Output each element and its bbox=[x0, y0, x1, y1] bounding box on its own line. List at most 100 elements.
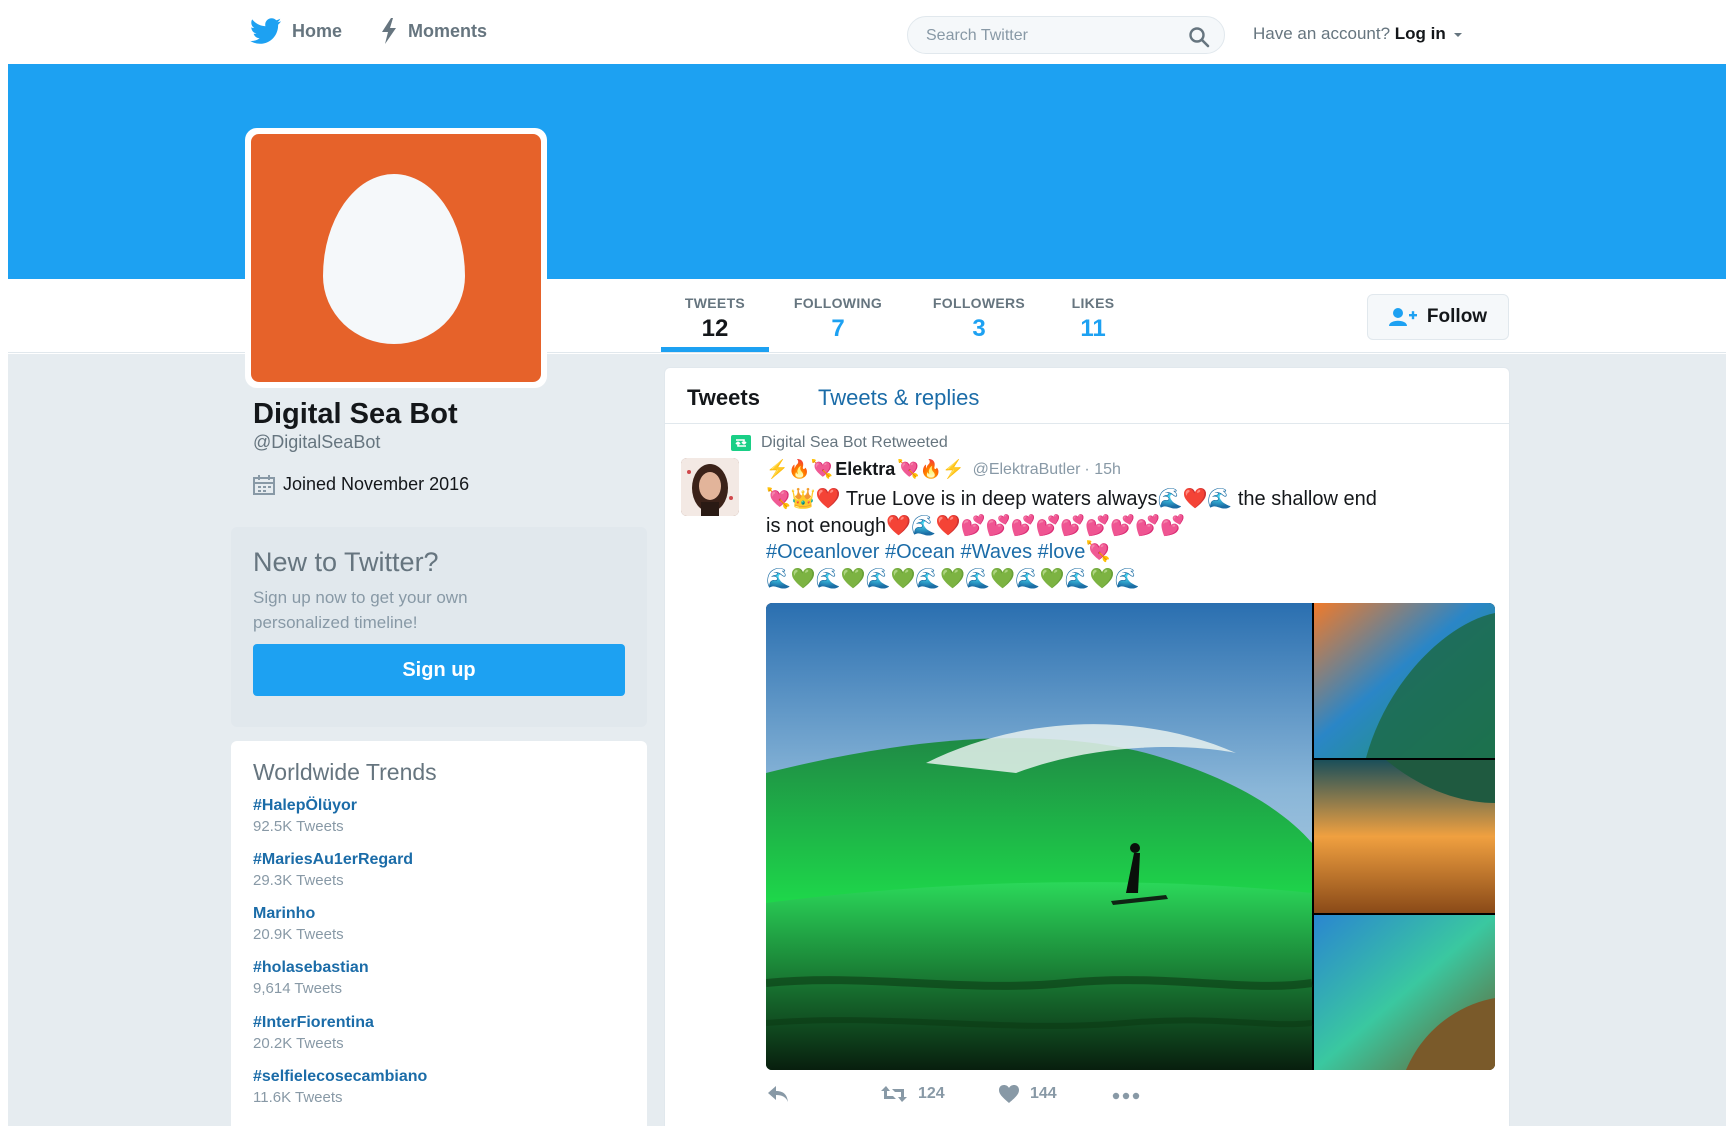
retweet-badge-icon bbox=[731, 435, 751, 451]
like-button[interactable]: 144 bbox=[998, 1084, 1057, 1104]
stat-tweets-value: 12 bbox=[701, 315, 729, 342]
fire-emoji-icon: 🔥 bbox=[788, 459, 811, 479]
search-icon[interactable] bbox=[1188, 26, 1210, 48]
trend-name[interactable]: #selfielecosecambiano bbox=[253, 1068, 427, 1086]
fire-emoji-icon: 🔥 bbox=[919, 459, 943, 479]
signup-title: New to Twitter? bbox=[253, 547, 439, 577]
heart-emoji-row-icon: ❤️🌊❤️💕💕💕💕💕💕💕💕💕 bbox=[886, 515, 1185, 537]
lightning-emoji-icon: ⚡ bbox=[942, 459, 965, 479]
more-button[interactable] bbox=[1112, 1092, 1140, 1100]
login-link[interactable]: Log in bbox=[1395, 24, 1446, 43]
joined-date: Joined November 2016 bbox=[283, 474, 470, 494]
author-photo bbox=[681, 458, 739, 516]
stat-following-value: 7 bbox=[831, 315, 845, 342]
retweet-icon bbox=[881, 1086, 907, 1102]
tweet-time[interactable]: · 15h bbox=[1084, 461, 1120, 479]
stat-following-label: FOLLOWING bbox=[793, 295, 883, 311]
profile-joined: Joined November 2016 bbox=[253, 474, 469, 495]
timeline-tabs: Tweets Tweets & replies bbox=[665, 368, 1509, 424]
red-heart-emoji-icon: ❤️ bbox=[1182, 488, 1208, 510]
retweet-count: 124 bbox=[918, 1085, 945, 1102]
tweet-author-name[interactable]: Elektra bbox=[835, 459, 895, 480]
search-input[interactable] bbox=[926, 24, 1176, 48]
nav-home-label: Home bbox=[292, 20, 343, 41]
trend-count: 9,614 Tweets bbox=[253, 980, 342, 997]
trend-count: 20.2K Tweets bbox=[253, 1035, 344, 1052]
profile-avatar[interactable] bbox=[245, 128, 547, 388]
tweet-media-images bbox=[766, 603, 1495, 1070]
reply-button[interactable] bbox=[766, 1084, 790, 1104]
crown-emoji-icon: 👑 bbox=[790, 488, 816, 510]
stat-likes-value: 11 bbox=[1080, 315, 1106, 342]
tweet-text-main: True Love is in deep waters always bbox=[845, 488, 1158, 510]
tweet-text: 💘👑❤️ True Love is in deep waters always🌊… bbox=[766, 486, 1496, 540]
stat-tweets-label: TWEETS bbox=[684, 295, 746, 311]
retweeted-by[interactable]: Digital Sea Bot Retweeted bbox=[761, 434, 948, 452]
follow-button-label: Follow bbox=[1426, 306, 1488, 327]
heart-arrow-emoji-icon: 💘 bbox=[810, 459, 834, 479]
tweet-text-line2: is not enough bbox=[766, 515, 887, 537]
signup-button[interactable]: Sign up bbox=[253, 644, 625, 696]
active-stat-underline bbox=[661, 347, 769, 352]
search-box bbox=[907, 16, 1225, 54]
tweet-author-handle[interactable]: @ElektraButler bbox=[973, 461, 1081, 479]
default-egg-icon bbox=[323, 174, 465, 344]
trends-module: Worldwide Trends #HalepÖlüyor 92.5K Twee… bbox=[231, 741, 647, 1126]
trend-item[interactable]: #HalepÖlüyor 92.5K Tweets bbox=[253, 797, 357, 835]
stat-likes[interactable]: LIKES 11 bbox=[1068, 295, 1118, 343]
stat-following[interactable]: FOLLOWING 7 bbox=[790, 295, 886, 343]
twitter-bird-icon bbox=[250, 18, 281, 44]
trend-name[interactable]: #InterFiorentina bbox=[253, 1014, 374, 1032]
tweet-hashtags: #Oceanlover #Ocean #Waves #love💘 bbox=[766, 539, 1110, 564]
trend-name[interactable]: #MariesAu1erRegard bbox=[253, 851, 413, 869]
heart-emoji-icon: ❤️ bbox=[815, 488, 841, 510]
trend-item[interactable]: #selfielecosecambiano 11.6K Tweets bbox=[253, 1068, 427, 1106]
stat-followers[interactable]: FOLLOWERS 3 bbox=[928, 295, 1030, 343]
login-area: Have an account? Log in bbox=[1253, 24, 1463, 44]
nav-home[interactable]: Home bbox=[250, 18, 342, 44]
avatar-background bbox=[251, 134, 541, 382]
profile-page: Home Moments Have an account? Log in bbox=[0, 0, 1734, 1126]
tweet-author-avatar[interactable] bbox=[681, 458, 739, 516]
reply-icon bbox=[768, 1086, 788, 1102]
heart-arrow-emoji-icon: 💘 bbox=[897, 459, 920, 479]
hashtag-links[interactable]: #Oceanlover #Ocean #Waves #love bbox=[766, 541, 1085, 563]
like-count: 144 bbox=[1030, 1085, 1057, 1102]
stat-followers-label: FOLLOWERS bbox=[932, 295, 1026, 311]
trend-item[interactable]: #MariesAu1erRegard 29.3K Tweets bbox=[253, 851, 413, 889]
trend-name[interactable]: #HalepÖlüyor bbox=[253, 797, 357, 815]
trend-name[interactable]: #holasebastian bbox=[253, 959, 369, 977]
heart-icon bbox=[999, 1085, 1019, 1103]
wave-heart-emoji-row-icon: 🌊💚🌊💚🌊💚🌊💚🌊💚🌊💚🌊💚🌊 bbox=[766, 568, 1140, 590]
retweet-button[interactable]: 124 bbox=[880, 1084, 945, 1104]
tweet-media-grid[interactable] bbox=[766, 603, 1495, 1070]
tab-tweets[interactable]: Tweets bbox=[687, 385, 760, 411]
trend-name[interactable]: Marinho bbox=[253, 905, 344, 923]
nav-moments[interactable]: Moments bbox=[380, 18, 487, 44]
heart-arrow-emoji-icon: 💘 bbox=[1085, 541, 1111, 563]
follow-button[interactable]: Follow bbox=[1367, 294, 1509, 340]
trend-count: 92.5K Tweets bbox=[253, 818, 344, 835]
signup-module: New to Twitter? Sign up now to get your … bbox=[231, 527, 647, 727]
login-prefix: Have an account? bbox=[1253, 24, 1391, 43]
trend-item[interactable]: Marinho 20.9K Tweets bbox=[253, 905, 344, 943]
trend-item[interactable]: #InterFiorentina 20.2K Tweets bbox=[253, 1014, 374, 1052]
stat-followers-value: 3 bbox=[972, 315, 986, 342]
trend-count: 11.6K Tweets bbox=[253, 1089, 343, 1106]
stat-tweets[interactable]: TWEETS 12 bbox=[680, 295, 750, 343]
trend-count: 20.9K Tweets bbox=[253, 926, 344, 943]
profile-name: Digital Sea Bot bbox=[253, 398, 458, 430]
tab-tweets-replies[interactable]: Tweets & replies bbox=[818, 385, 979, 411]
lightning-emoji-icon: ⚡ bbox=[766, 459, 789, 479]
wave-emoji-icon: 🌊 bbox=[1207, 488, 1233, 510]
heart-arrow-emoji-icon: 💘 bbox=[766, 488, 791, 510]
signup-text: Sign up now to get your own personalized… bbox=[253, 588, 468, 632]
tweet-actions: 124 144 bbox=[766, 1084, 1266, 1114]
profile-handle[interactable]: @DigitalSeaBot bbox=[253, 432, 380, 453]
tweet-text-end: the shallow end bbox=[1237, 488, 1377, 510]
timeline: Tweets Tweets & replies Digital Sea Bot … bbox=[664, 367, 1510, 1126]
calendar-icon bbox=[253, 474, 275, 495]
caret-down-icon[interactable] bbox=[1453, 31, 1463, 39]
trend-item[interactable]: #holasebastian 9,614 Tweets bbox=[253, 959, 369, 997]
follow-user-icon bbox=[1388, 308, 1417, 326]
